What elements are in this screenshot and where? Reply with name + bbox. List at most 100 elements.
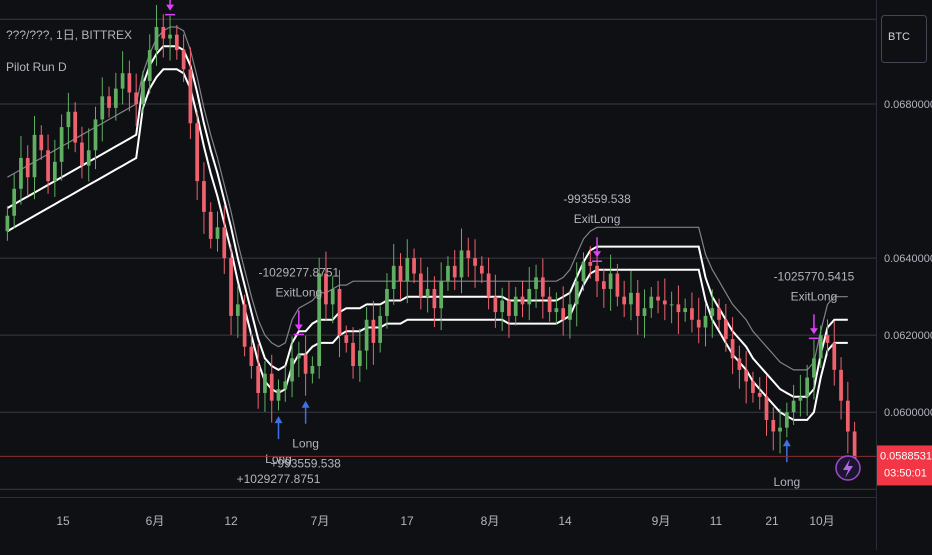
candle-body[interactable]: [235, 304, 240, 316]
candle-body[interactable]: [547, 296, 552, 313]
candle-body[interactable]: [174, 34, 179, 51]
candle-body[interactable]: [568, 304, 572, 320]
candle-body[interactable]: [845, 400, 850, 432]
candle-body[interactable]: [730, 339, 735, 359]
candle-body[interactable]: [764, 396, 769, 420]
candle-body[interactable]: [351, 342, 355, 367]
candle-body[interactable]: [80, 142, 84, 166]
candle-body[interactable]: [479, 265, 484, 274]
candle-body[interactable]: [527, 288, 532, 305]
candle-body[interactable]: [818, 335, 823, 359]
candle-body[interactable]: [405, 258, 410, 282]
candle-body[interactable]: [12, 188, 17, 216]
candle-body[interactable]: [242, 304, 247, 347]
indicator-title[interactable]: Pilot Run D: [6, 60, 67, 74]
candle-body[interactable]: [310, 366, 315, 374]
candle-body[interactable]: [452, 265, 457, 278]
candle-body[interactable]: [195, 123, 200, 182]
candle-body[interactable]: [141, 80, 145, 105]
symbol-title[interactable]: ???/???, 1日, BITTREX: [6, 28, 132, 42]
candle-body[interactable]: [540, 277, 545, 297]
candle-body[interactable]: [710, 308, 715, 316]
candle-body[interactable]: [717, 308, 721, 320]
candle-body[interactable]: [269, 373, 274, 401]
candle-body[interactable]: [5, 215, 10, 232]
candle-body[interactable]: [832, 342, 837, 370]
candle-body[interactable]: [93, 119, 98, 151]
candle-body[interactable]: [73, 111, 78, 143]
candle-body[interactable]: [723, 319, 728, 340]
candle-body[interactable]: [622, 296, 627, 305]
candle-body[interactable]: [127, 73, 132, 93]
candle-body[interactable]: [391, 265, 396, 289]
candle-body[interactable]: [676, 304, 681, 313]
candle-body[interactable]: [439, 281, 444, 309]
candle-body[interactable]: [656, 296, 660, 301]
candle-body[interactable]: [493, 296, 498, 313]
candle-body[interactable]: [791, 400, 796, 413]
candle-body[interactable]: [229, 258, 233, 316]
candle-body[interactable]: [852, 431, 857, 459]
candle-body[interactable]: [263, 373, 267, 393]
candle-body[interactable]: [181, 50, 186, 70]
candle-body[interactable]: [371, 319, 376, 343]
candle-body[interactable]: [296, 354, 301, 359]
candle-body[interactable]: [168, 34, 172, 39]
candle-body[interactable]: [629, 292, 633, 305]
candle-body[interactable]: [696, 319, 701, 328]
candle-body[interactable]: [459, 250, 464, 278]
candle-body[interactable]: [385, 288, 389, 316]
candle-body[interactable]: [703, 315, 708, 328]
candle-body[interactable]: [690, 308, 694, 320]
candle-body[interactable]: [534, 277, 538, 289]
candle-body[interactable]: [357, 350, 362, 367]
candle-body[interactable]: [608, 273, 613, 289]
candle-body[interactable]: [554, 308, 559, 313]
candle-body[interactable]: [642, 308, 647, 316]
candle-body[interactable]: [249, 346, 254, 367]
candle-body[interactable]: [595, 265, 599, 282]
candle-body[interactable]: [378, 315, 383, 343]
currency-button[interactable]: BTC: [881, 15, 927, 63]
candle-body[interactable]: [744, 369, 749, 382]
candle-body[interactable]: [344, 335, 349, 343]
candle-body[interactable]: [784, 412, 789, 428]
candle-body[interactable]: [473, 258, 477, 266]
candle-body[interactable]: [839, 369, 843, 401]
candle-body[interactable]: [154, 26, 159, 51]
candle-body[interactable]: [46, 150, 50, 182]
candle-body[interactable]: [32, 134, 37, 178]
candle-body[interactable]: [107, 96, 111, 108]
candle-body[interactable]: [615, 273, 620, 297]
candle-body[interactable]: [446, 265, 450, 282]
candle-body[interactable]: [574, 281, 579, 305]
alert-badge[interactable]: [835, 455, 861, 481]
candle-body[interactable]: [134, 92, 139, 105]
candle-body[interactable]: [669, 304, 674, 306]
candle-body[interactable]: [751, 381, 755, 393]
candle-body[interactable]: [330, 288, 335, 305]
candle-body[interactable]: [425, 288, 430, 297]
candle-body[interactable]: [215, 227, 220, 239]
candle-body[interactable]: [601, 281, 606, 289]
candle-body[interactable]: [202, 181, 206, 212]
candle-body[interactable]: [486, 273, 491, 297]
candle-body[interactable]: [500, 300, 505, 313]
candle-body[interactable]: [581, 261, 586, 282]
candle-body[interactable]: [120, 73, 125, 89]
candle-body[interactable]: [778, 427, 782, 432]
candle-body[interactable]: [283, 381, 288, 390]
candle-body[interactable]: [520, 296, 525, 305]
candle-body[interactable]: [39, 134, 44, 151]
candle-body[interactable]: [303, 354, 308, 374]
candle-body[interactable]: [113, 88, 118, 108]
candle-body[interactable]: [812, 358, 816, 378]
candle-body[interactable]: [737, 358, 742, 370]
currency-button-label[interactable]: BTC: [888, 31, 910, 43]
candle-body[interactable]: [649, 296, 654, 309]
candle-body[interactable]: [222, 227, 227, 259]
candle-body[interactable]: [25, 157, 30, 178]
candle-body[interactable]: [825, 335, 830, 343]
candle-body[interactable]: [561, 308, 566, 320]
candle-body[interactable]: [364, 319, 369, 351]
